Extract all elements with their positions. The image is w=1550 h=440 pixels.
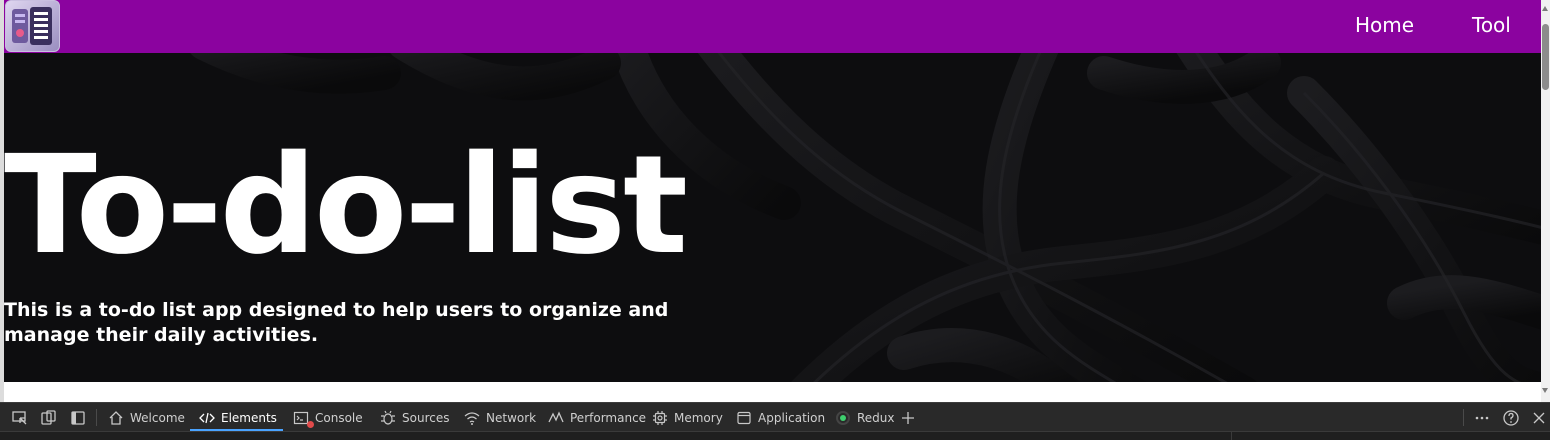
code-icon (199, 412, 215, 423)
tab-elements-label: Elements (221, 410, 277, 425)
tab-network-label: Network (486, 410, 537, 425)
bug-icon (381, 410, 395, 425)
checklist-logo-icon (12, 7, 52, 45)
tab-memory-label: Memory (674, 410, 723, 425)
tab-performance[interactable]: Performance (544, 403, 650, 432)
tab-redux-label: Redux (857, 410, 895, 425)
app-logo[interactable] (5, 0, 60, 52)
nav-link-tool[interactable]: Tool (1472, 13, 1511, 37)
navbar: Home Tool (4, 0, 1541, 53)
vertical-scrollbar[interactable] (1541, 0, 1550, 402)
wifi-icon (464, 411, 480, 425)
performance-icon (548, 410, 564, 422)
tab-console[interactable]: Console (289, 403, 367, 432)
tab-application[interactable]: Application (732, 403, 829, 432)
add-tab-plus-icon[interactable] (899, 409, 917, 427)
tab-elements[interactable]: Elements (195, 403, 281, 432)
nav-link-home[interactable]: Home (1355, 13, 1414, 37)
more-options-icon[interactable] (1473, 409, 1491, 427)
dock-side-icon[interactable] (69, 409, 87, 427)
tab-redux[interactable]: Redux (831, 403, 899, 432)
scroll-down-arrow-icon[interactable] (1542, 388, 1548, 393)
tab-console-label: Console (315, 410, 363, 425)
hero-section: To-do-list This is a to-do list app desi… (4, 53, 1541, 382)
scroll-up-arrow-icon[interactable] (1542, 6, 1548, 11)
devtools-panel: Welcome Elements Console Sources Network… (0, 402, 1550, 440)
toolbar-separator (96, 409, 97, 426)
device-emulation-icon[interactable] (40, 409, 58, 427)
tab-sources[interactable]: Sources (376, 403, 453, 432)
help-icon[interactable] (1502, 409, 1520, 427)
active-tab-indicator (190, 429, 283, 431)
memory-chip-icon (653, 410, 667, 425)
tab-sources-label: Sources (402, 410, 450, 425)
tab-welcome-label: Welcome (130, 410, 185, 425)
hero-description: This is a to-do list app designed to hel… (4, 299, 669, 346)
tab-network[interactable]: Network (460, 403, 540, 432)
scrollbar-thumb[interactable] (1542, 24, 1549, 90)
toolbar-separator (1463, 409, 1464, 426)
error-badge-icon (307, 421, 314, 428)
tab-memory[interactable]: Memory (648, 403, 727, 432)
hero-title: To-do-list (4, 127, 688, 285)
redux-icon (836, 410, 850, 425)
devtools-tab-bar: Welcome Elements Console Sources Network… (0, 403, 1550, 432)
tab-application-label: Application (758, 410, 826, 425)
tab-welcome[interactable]: Welcome (104, 403, 189, 432)
window-icon (737, 411, 751, 424)
browser-viewport: Home Tool To-do-list This is a to-do lis… (0, 0, 1550, 402)
close-icon[interactable] (1530, 409, 1548, 427)
tab-performance-label: Performance (570, 410, 647, 425)
inspect-element-icon[interactable] (11, 409, 29, 427)
home-icon (109, 410, 123, 425)
web-page: Home Tool To-do-list This is a to-do lis… (4, 0, 1541, 382)
